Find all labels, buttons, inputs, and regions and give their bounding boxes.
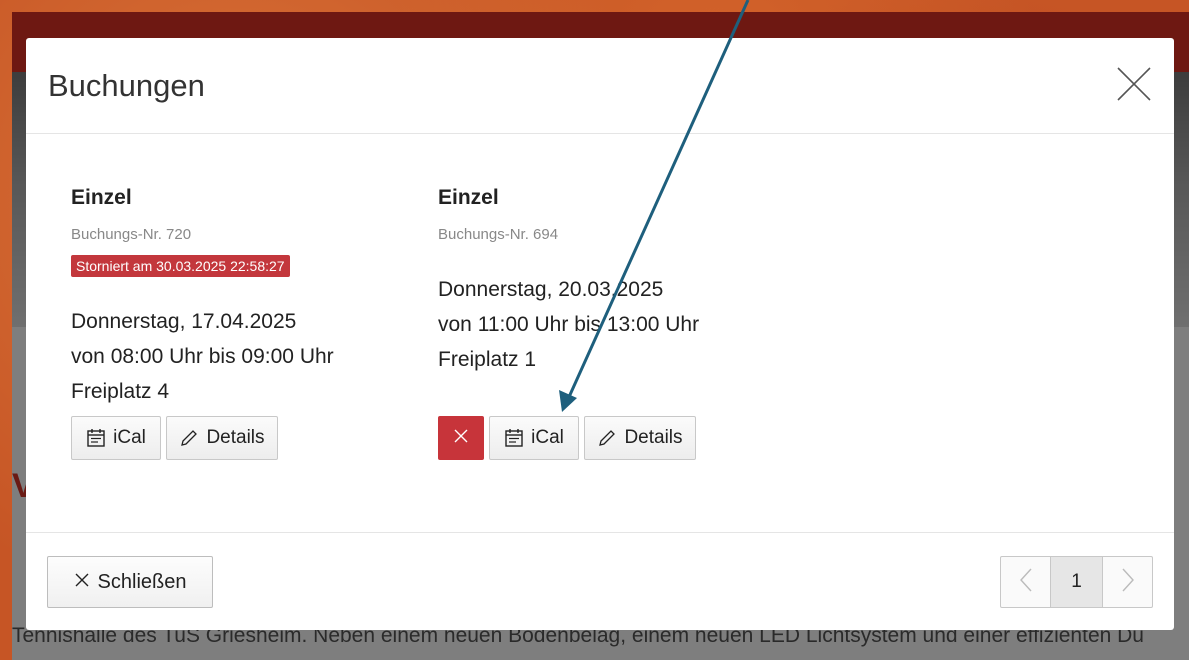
booking-court: Freiplatz 4 — [71, 380, 170, 403]
ical-label: iCal — [531, 427, 564, 448]
pencil-icon — [179, 428, 199, 448]
pagination-prev[interactable] — [1000, 556, 1051, 608]
calendar-icon — [504, 428, 524, 448]
details-label: Details — [624, 427, 683, 448]
booking-court: Freiplatz 1 — [438, 348, 537, 371]
cancelled-badge: Storniert am 30.03.2025 22:58:27 — [71, 255, 290, 277]
ical-button[interactable]: iCal — [71, 416, 161, 460]
chevron-left-icon — [1019, 568, 1032, 597]
booking-time: von 08:00 Uhr bis 09:00 Uhr — [71, 345, 334, 368]
details-button[interactable]: Details — [584, 416, 696, 460]
close-icon[interactable] — [1116, 66, 1152, 102]
details-label: Details — [206, 427, 265, 448]
modal-title: Buchungen — [48, 68, 205, 103]
modal-footer: Schließen 1 — [26, 532, 1174, 631]
booking-title: Einzel — [71, 186, 132, 209]
cancel-booking-button[interactable] — [438, 416, 484, 460]
pagination: 1 — [1000, 556, 1153, 608]
pencil-icon — [597, 428, 617, 448]
pagination-current-page[interactable]: 1 — [1051, 556, 1102, 608]
modal-header: Buchungen — [26, 38, 1174, 134]
bookings-modal: Buchungen Einzel Buchungs-Nr. 720 Storni… — [26, 38, 1174, 630]
booking-number: Buchungs-Nr. 720 — [71, 226, 192, 243]
modal-body: Einzel Buchungs-Nr. 720 Storniert am 30.… — [26, 134, 1174, 534]
pagination-next[interactable] — [1102, 556, 1153, 608]
ical-label: iCal — [113, 427, 146, 448]
close-icon — [454, 429, 468, 448]
chevron-right-icon — [1121, 568, 1134, 597]
booking-time: von 11:00 Uhr bis 13:00 Uhr — [438, 313, 700, 336]
booking-date: Donnerstag, 20.03.2025 — [438, 278, 664, 301]
booking-number: Buchungs-Nr. 694 — [438, 226, 559, 243]
ical-button[interactable]: iCal — [489, 416, 579, 460]
booking-date: Donnerstag, 17.04.2025 — [71, 310, 297, 333]
booking-title: Einzel — [438, 186, 499, 209]
close-button-label: Schließen — [97, 570, 187, 593]
close-button[interactable]: Schließen — [47, 556, 213, 608]
calendar-icon — [86, 428, 106, 448]
details-button[interactable]: Details — [166, 416, 278, 460]
close-icon — [74, 571, 90, 594]
